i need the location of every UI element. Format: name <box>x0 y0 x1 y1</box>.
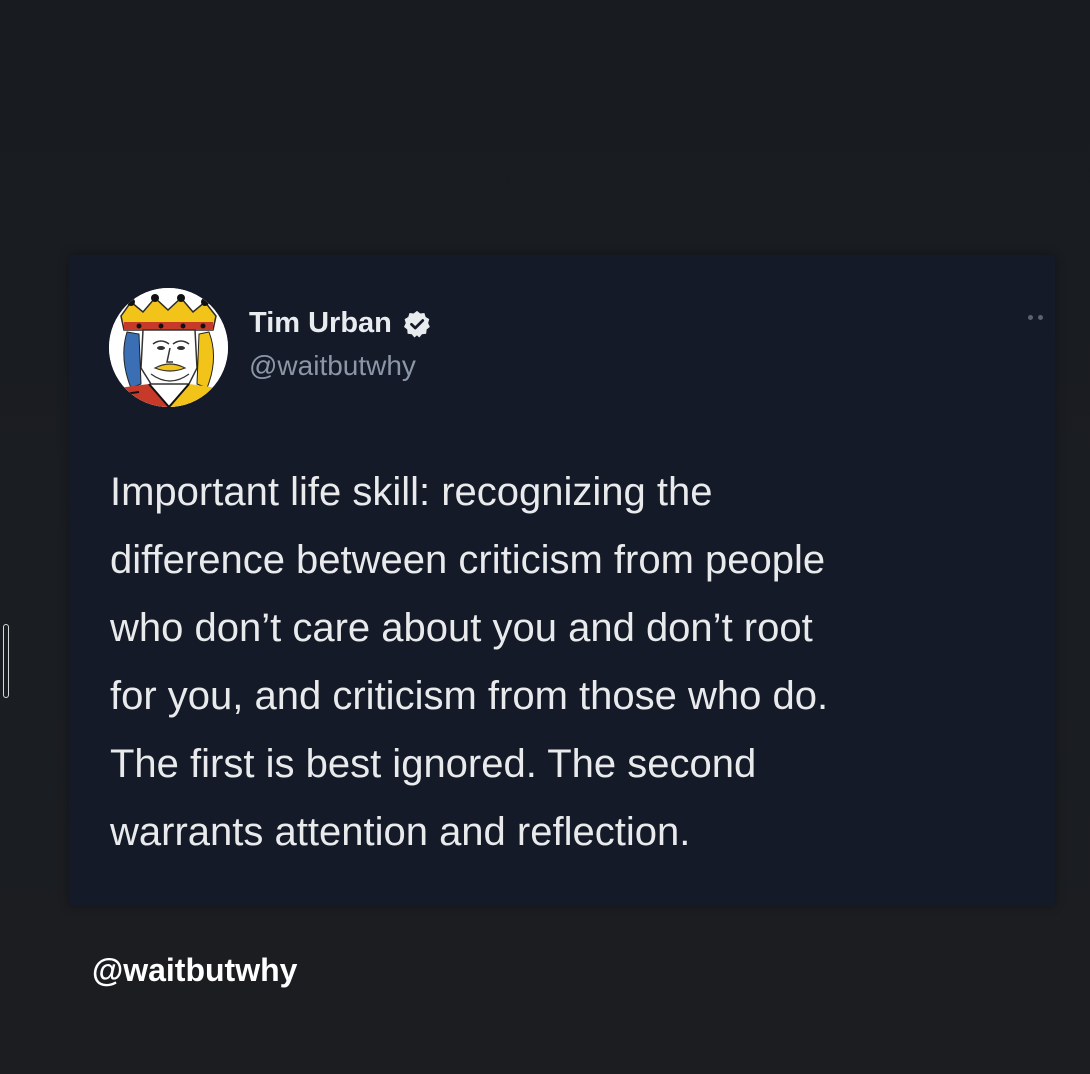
tweet-card: Tim Urban @waitbutwhy Important life ski… <box>69 255 1055 906</box>
more-dot <box>1038 315 1043 320</box>
more-options-icon[interactable] <box>1028 315 1043 320</box>
king-card-avatar-icon <box>109 288 228 407</box>
more-dot <box>1028 315 1033 320</box>
tweet-text: Important life skill: recognizing the di… <box>110 470 829 854</box>
screenshot-page: Tim Urban @waitbutwhy Important life ski… <box>0 0 1090 1074</box>
avatar[interactable] <box>109 288 228 407</box>
watermark-handle: @waitbutwhy <box>92 952 298 988</box>
author-handle[interactable]: @waitbutwhy <box>249 350 416 382</box>
author-display-name[interactable]: Tim Urban <box>249 307 392 340</box>
author-name-row: Tim Urban <box>249 307 432 340</box>
side-scroll-handle[interactable] <box>3 624 9 698</box>
verified-badge-icon <box>402 309 432 339</box>
